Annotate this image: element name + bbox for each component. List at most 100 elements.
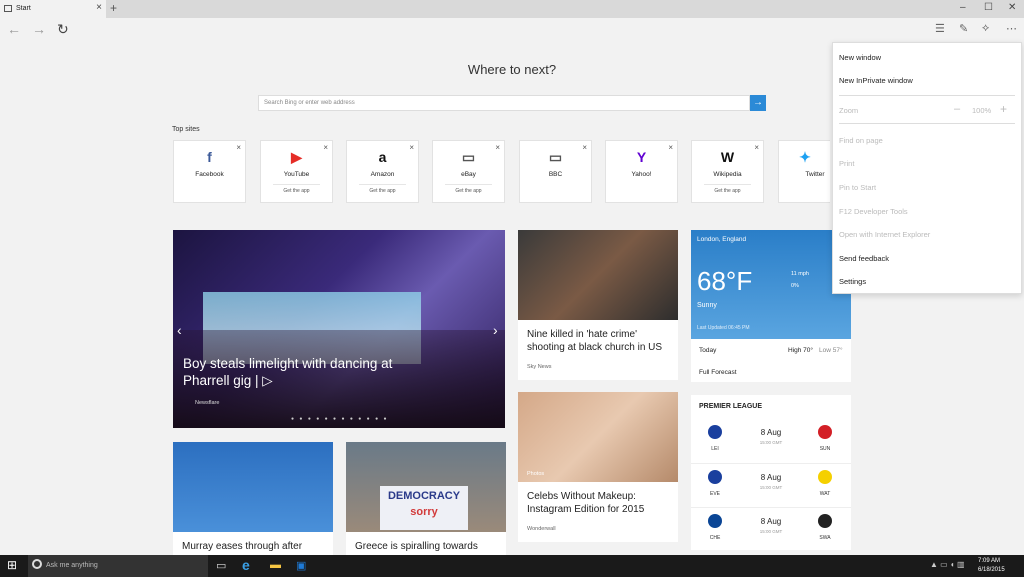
get-app-link[interactable]: Get the app: [359, 184, 406, 194]
search-input[interactable]: Search Bing or enter web address: [258, 95, 750, 111]
cortana-search-box[interactable]: Ask me anything: [28, 555, 208, 577]
carousel-prev-icon[interactable]: ‹: [177, 322, 182, 338]
system-tray-icons[interactable]: ▲ ▭ ◖ ▥: [930, 560, 965, 569]
menu-new-window[interactable]: New window: [839, 53, 881, 62]
get-app-link[interactable]: Get the app: [445, 184, 492, 194]
web-note-icon[interactable]: ✎: [959, 22, 968, 35]
weather-precip: 0%: [791, 283, 799, 289]
more-actions-icon[interactable]: ⋯: [1006, 22, 1017, 35]
top-site-tile-youtube[interactable]: × ▶ YouTube Get the app: [260, 140, 333, 203]
top-site-tile-twitter[interactable]: ×✦Twitter: [778, 140, 830, 203]
top-site-tile-amazon[interactable]: × a Amazon Get the app: [346, 140, 419, 203]
news-card[interactable]: Murray eases through after: [173, 442, 333, 555]
away-crest-icon: [818, 514, 832, 528]
news-card[interactable]: Photos Celebs Without Makeup: Instagram …: [518, 392, 678, 542]
news-card[interactable]: Nine killed in 'hate crime' shooting at …: [518, 230, 678, 380]
sign-text: sorry: [410, 506, 438, 518]
file-explorer-icon[interactable]: ▬: [270, 559, 281, 571]
search-go-button[interactable]: →: [750, 95, 766, 111]
forward-arrow-icon[interactable]: →: [32, 21, 46, 37]
site-icon: a: [378, 149, 387, 165]
news-headline: Greece is spiralling towards: [355, 541, 478, 552]
menu-open-ie[interactable]: Open with Internet Explorer: [839, 230, 930, 239]
news-image: [173, 442, 333, 532]
weather-temp: 68°F: [697, 266, 753, 296]
top-site-tile-yahoo[interactable]: × Y Yahoo!: [605, 140, 678, 203]
clock-time: 7:09 AM: [978, 558, 1001, 564]
news-source: Wonderwall: [527, 526, 556, 532]
task-view-icon[interactable]: ▭: [216, 559, 226, 572]
edge-icon[interactable]: e: [242, 557, 250, 573]
cortana-placeholder: Ask me anything: [46, 562, 98, 569]
windows-start-icon[interactable]: ⊞: [7, 558, 19, 572]
top-site-tile-bbc[interactable]: × ▭ BBC: [519, 140, 592, 203]
menu-f12[interactable]: F12 Developer Tools: [839, 207, 908, 216]
match-row[interactable]: CHE 8 Aug 15:00 GMT SWA: [691, 507, 851, 549]
share-icon[interactable]: ⟡: [982, 22, 989, 35]
carousel-dots[interactable]: ● ● ● ● ● ● ● ● ● ● ● ●: [291, 416, 389, 422]
news-image: [518, 230, 678, 320]
weather-banner: London, England 68°F Sunny 11 mph 0% Las…: [691, 230, 851, 339]
clock-date: 6/18/2015: [978, 567, 1005, 573]
top-site-tile-ebay[interactable]: × ▭ eBay Get the app: [432, 140, 505, 203]
site-name: Wikipedia: [713, 171, 742, 178]
news-headline: Nine killed in 'hate crime' shooting at …: [527, 329, 663, 353]
menu-send-feedback[interactable]: Send feedback: [839, 254, 889, 263]
weather-location: London, England: [697, 236, 747, 243]
weather-updated: Last Updated 06:45 PM: [697, 325, 750, 331]
weather-card[interactable]: London, England 68°F Sunny 11 mph 0% Las…: [691, 230, 851, 382]
weather-low: Low 57°: [819, 347, 843, 354]
match-date: 8 Aug: [760, 428, 782, 437]
home-crest-icon: [708, 470, 722, 484]
menu-new-inprivate[interactable]: New InPrivate window: [839, 76, 913, 85]
hero-headline: Boy steals limelight with dancing at Pha…: [183, 356, 393, 388]
tab-start[interactable]: Start ×: [0, 0, 106, 18]
close-window-button[interactable]: ✕: [1008, 2, 1016, 13]
match-time: 15:00 GMT: [759, 440, 783, 445]
home-crest-icon: [708, 514, 722, 528]
get-app-link[interactable]: Get the app: [273, 184, 320, 194]
menu-pin[interactable]: Pin to Start: [839, 183, 876, 192]
back-arrow-icon[interactable]: ←: [7, 21, 21, 37]
away-crest-icon: [818, 425, 832, 439]
news-source: Sky News: [527, 364, 552, 370]
match-date: 8 Aug: [760, 473, 782, 482]
get-app-link[interactable]: Get the app: [704, 184, 751, 194]
minimize-button[interactable]: –: [960, 2, 966, 13]
refresh-icon[interactable]: ↻: [57, 21, 69, 38]
site-name: Yahoo!: [631, 171, 652, 178]
new-tab-button[interactable]: +: [110, 1, 117, 15]
hero-news-card[interactable]: Boy steals limelight with dancing at Pha…: [173, 230, 505, 428]
zoom-in-icon[interactable]: +: [1000, 102, 1007, 116]
carousel-next-icon[interactable]: ›: [493, 322, 498, 338]
top-site-tile-facebook[interactable]: × f Facebook: [173, 140, 246, 203]
protest-sign: DEMOCRACY sorry: [380, 486, 468, 530]
menu-divider: [839, 123, 1015, 124]
hero-source: Newsflare: [195, 400, 220, 406]
site-name: YouTube: [283, 171, 310, 178]
premier-league-card[interactable]: PREMIER LEAGUE LEI 8 Aug 15:00 GMT SUN EVE 8 …: [691, 395, 851, 550]
menu-find[interactable]: Find on page: [839, 136, 883, 145]
home-team: LEI: [711, 446, 719, 452]
site-icon: ▶: [291, 149, 302, 165]
match-row[interactable]: EVE 8 Aug 15:00 GMT WAT: [691, 463, 851, 505]
weather-condition: Sunny: [697, 302, 717, 309]
menu-zoom-label: Zoom: [839, 106, 859, 115]
maximize-button[interactable]: ☐: [984, 2, 993, 13]
hub-icon[interactable]: ☰: [935, 22, 945, 35]
zoom-out-icon[interactable]: –: [954, 103, 960, 115]
site-name: Facebook: [195, 171, 224, 178]
match-row[interactable]: LEI 8 Aug 15:00 GMT SUN: [691, 419, 851, 461]
store-icon[interactable]: ▣: [296, 559, 306, 572]
top-site-tile-wikipedia[interactable]: × W Wikipedia Get the app: [691, 140, 764, 203]
close-tab-icon[interactable]: ×: [96, 2, 102, 13]
menu-settings[interactable]: Settings: [839, 277, 866, 286]
menu-print[interactable]: Print: [839, 159, 854, 168]
full-forecast-link[interactable]: Full Forecast: [699, 369, 737, 376]
news-card[interactable]: DEMOCRACY sorry Greece is spiralling tow…: [346, 442, 506, 555]
news-headline: Murray eases through after: [182, 541, 303, 552]
home-team: CHE: [709, 535, 721, 541]
away-team: SWA: [819, 535, 831, 541]
photos-label: Photos: [527, 471, 545, 477]
premier-league-title: PREMIER LEAGUE: [699, 403, 763, 410]
